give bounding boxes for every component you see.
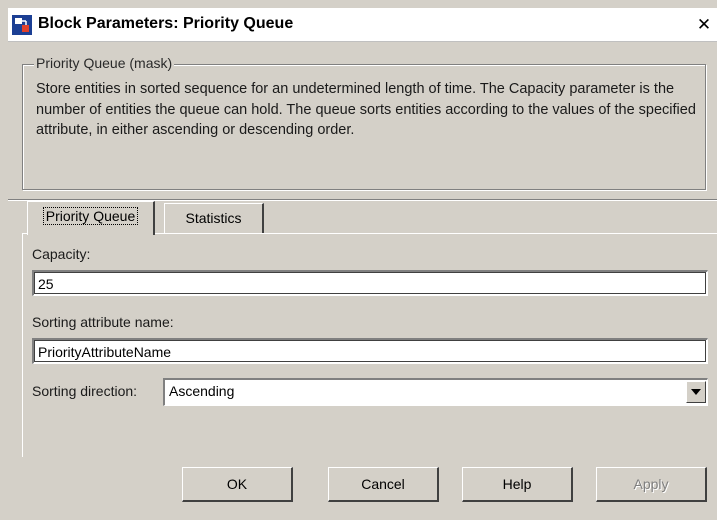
tab-priority-queue[interactable]: Priority Queue	[27, 201, 155, 235]
tab-statistics-label: Statistics	[185, 210, 242, 226]
window-title: Block Parameters: Priority Queue	[38, 15, 294, 32]
title-bar[interactable]: Block Parameters: Priority Queue ✕	[8, 8, 717, 42]
tab-statistics[interactable]: Statistics	[164, 203, 264, 233]
block-parameters-dialog: Block Parameters: Priority Queue ✕ Prior…	[0, 0, 717, 520]
tab-panel-priority-queue	[22, 233, 717, 457]
mask-description: Store entities in sorted sequence for an…	[36, 81, 696, 138]
cancel-button[interactable]: Cancel	[328, 467, 439, 502]
close-icon[interactable]: ✕	[693, 14, 715, 36]
mask-group-label: Priority Queue (mask)	[34, 54, 175, 72]
tab-priority-queue-label: Priority Queue	[42, 207, 139, 225]
apply-button[interactable]: Apply	[596, 467, 707, 502]
simulink-block-icon	[12, 15, 32, 35]
help-button[interactable]: Help	[462, 467, 573, 502]
ok-button[interactable]: OK	[182, 467, 293, 502]
